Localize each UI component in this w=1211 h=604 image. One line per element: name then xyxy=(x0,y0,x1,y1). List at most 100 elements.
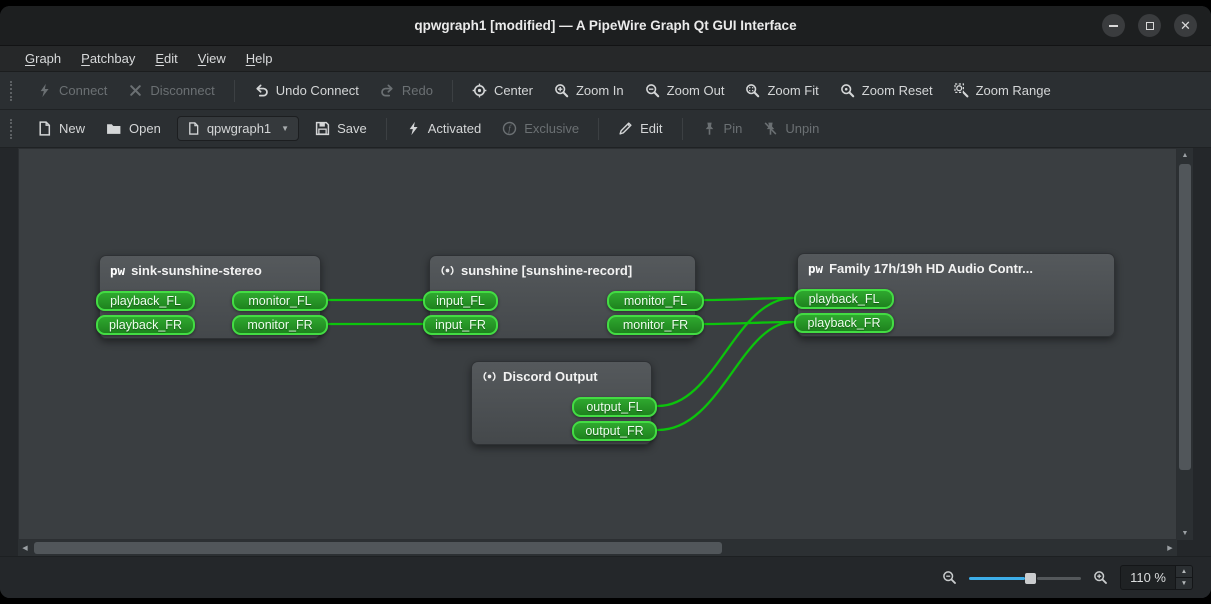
main-content: pw sink-sunshine-stereo playback_FL play… xyxy=(0,148,1211,598)
pin-button[interactable]: Pin xyxy=(693,115,752,142)
toolbar-separator xyxy=(682,118,683,140)
port-input-fl[interactable]: input_FL xyxy=(423,291,498,311)
node-header: Discord Output xyxy=(472,362,651,384)
horizontal-scrollbar-thumb[interactable] xyxy=(34,542,722,554)
graph-node-family-hd-audio[interactable]: pw Family 17h/19h HD Audio Contr... play… xyxy=(797,253,1115,337)
unpin-button[interactable]: Unpin xyxy=(754,115,828,142)
zoom-slider-track xyxy=(1037,577,1081,580)
new-button[interactable]: New xyxy=(28,115,94,142)
zoom-out-button[interactable]: Zoom Out xyxy=(636,77,734,104)
toolbar-separator xyxy=(598,118,599,140)
scroll-down-icon[interactable]: ▼ xyxy=(1177,526,1193,540)
disconnect-button[interactable]: Disconnect xyxy=(119,77,223,104)
menu-view[interactable]: View xyxy=(189,48,235,69)
titlebar[interactable]: qpwgraph1 [modified] — A PipeWire Graph … xyxy=(0,6,1211,46)
toolbar-separator xyxy=(452,80,453,102)
scroll-right-icon[interactable]: ▶ xyxy=(1163,540,1177,556)
menu-graph[interactable]: Graph xyxy=(16,48,70,69)
node-header: pw sink-sunshine-stereo xyxy=(100,256,320,278)
port-monitor-fl[interactable]: monitor_FL xyxy=(232,291,328,311)
node-title: sunshine [sunshine-record] xyxy=(461,263,632,278)
zoom-out-icon[interactable] xyxy=(942,570,957,585)
zoom-out-icon xyxy=(645,83,660,98)
zoom-range-button[interactable]: Zoom Range xyxy=(945,77,1060,104)
edit-icon xyxy=(618,121,633,136)
scroll-left-icon[interactable]: ◀ xyxy=(18,540,32,556)
statusbar: 110 % ▲ ▼ xyxy=(0,556,1211,598)
port-output-fr[interactable]: output_FR xyxy=(572,421,657,441)
vertical-scrollbar-thumb[interactable] xyxy=(1179,164,1191,470)
graph-canvas[interactable]: pw sink-sunshine-stereo playback_FL play… xyxy=(18,148,1177,540)
spin-up-icon[interactable]: ▲ xyxy=(1176,566,1192,578)
port-playback-fl[interactable]: playback_FL xyxy=(96,291,195,311)
patchbay-file-icon xyxy=(187,122,200,135)
graph-node-sink-sunshine-stereo[interactable]: pw sink-sunshine-stereo playback_FL play… xyxy=(99,255,321,339)
graph-node-sunshine[interactable]: sunshine [sunshine-record] input_FL inpu… xyxy=(429,255,696,339)
pipewire-icon: pw xyxy=(110,263,125,278)
maximize-button[interactable] xyxy=(1138,14,1161,37)
toolbar-handle[interactable] xyxy=(10,81,16,101)
vertical-scrollbar[interactable]: ▲ ▼ xyxy=(1177,148,1193,540)
pin-icon xyxy=(702,121,717,136)
center-button[interactable]: Center xyxy=(463,77,542,104)
zoom-spinbox[interactable]: 110 % ▲ ▼ xyxy=(1120,565,1193,590)
node-title: Discord Output xyxy=(503,369,598,384)
port-playback-fl[interactable]: playback_FL xyxy=(794,289,894,309)
toolbar-separator xyxy=(386,118,387,140)
redo-button[interactable]: Redo xyxy=(371,77,442,104)
spin-down-icon[interactable]: ▼ xyxy=(1176,578,1192,589)
audio-app-icon xyxy=(482,369,497,384)
node-header: pw Family 17h/19h HD Audio Contr... xyxy=(798,254,1114,276)
activated-icon xyxy=(406,121,421,136)
graph-node-discord-output[interactable]: Discord Output output_FL output_FR xyxy=(471,361,652,445)
zoom-reset-button[interactable]: Zoom Reset xyxy=(831,77,942,104)
connections-layer xyxy=(19,149,1177,540)
close-button[interactable]: ✕ xyxy=(1174,14,1197,37)
port-monitor-fl[interactable]: monitor_FL xyxy=(607,291,704,311)
chevron-down-icon: ▼ xyxy=(281,124,289,133)
zoom-fit-button[interactable]: Zoom Fit xyxy=(736,77,827,104)
connect-icon xyxy=(37,83,52,98)
zoom-in-button[interactable]: Zoom In xyxy=(545,77,633,104)
patchbay-combo-value: qpwgraph1 xyxy=(207,121,271,136)
patchbay-toolbar: New Open qpwgraph1 ▼ Save Activated xyxy=(0,110,1211,148)
unpin-icon xyxy=(763,121,778,136)
activated-button[interactable]: Activated xyxy=(397,115,490,142)
open-button[interactable]: Open xyxy=(97,115,170,142)
patchbay-combo[interactable]: qpwgraph1 ▼ xyxy=(177,116,299,141)
connect-button[interactable]: Connect xyxy=(28,77,116,104)
port-monitor-fr[interactable]: monitor_FR xyxy=(232,315,328,335)
zoom-slider-track-filled xyxy=(969,577,1025,580)
zoom-slider-handle[interactable] xyxy=(1025,573,1036,584)
app-window: qpwgraph1 [modified] — A PipeWire Graph … xyxy=(0,6,1211,598)
svg-text:f: f xyxy=(508,124,512,134)
undo-connect-button[interactable]: Undo Connect xyxy=(245,77,368,104)
port-playback-fr[interactable]: playback_FR xyxy=(96,315,195,335)
open-folder-icon xyxy=(106,121,122,136)
zoom-slider[interactable] xyxy=(969,569,1081,587)
zoom-reset-icon xyxy=(840,83,855,98)
port-monitor-fr[interactable]: monitor_FR xyxy=(607,315,704,335)
port-playback-fr[interactable]: playback_FR xyxy=(794,313,894,333)
menu-edit[interactable]: Edit xyxy=(146,48,186,69)
zoom-in-icon[interactable] xyxy=(1093,570,1108,585)
node-title: sink-sunshine-stereo xyxy=(131,263,262,278)
minimize-button[interactable] xyxy=(1102,14,1125,37)
undo-icon xyxy=(254,83,269,98)
scrollbar-corner xyxy=(1177,540,1193,556)
zoom-fit-icon xyxy=(745,83,760,98)
horizontal-scrollbar[interactable]: ◀ ▶ xyxy=(18,540,1177,556)
zoom-range-icon xyxy=(954,83,969,98)
port-output-fl[interactable]: output_FL xyxy=(572,397,657,417)
port-input-fr[interactable]: input_FR xyxy=(423,315,498,335)
edit-button[interactable]: Edit xyxy=(609,115,671,142)
menu-help[interactable]: Help xyxy=(237,48,282,69)
menu-patchbay[interactable]: Patchbay xyxy=(72,48,144,69)
graph-toolbar: Connect Disconnect Undo Connect Redo Cen… xyxy=(0,72,1211,110)
save-button[interactable]: Save xyxy=(306,115,376,142)
zoom-value[interactable]: 110 % xyxy=(1121,566,1175,589)
toolbar-handle[interactable] xyxy=(10,119,16,139)
new-file-icon xyxy=(37,121,52,136)
exclusive-button[interactable]: f Exclusive xyxy=(493,115,588,142)
scroll-up-icon[interactable]: ▲ xyxy=(1177,148,1193,162)
